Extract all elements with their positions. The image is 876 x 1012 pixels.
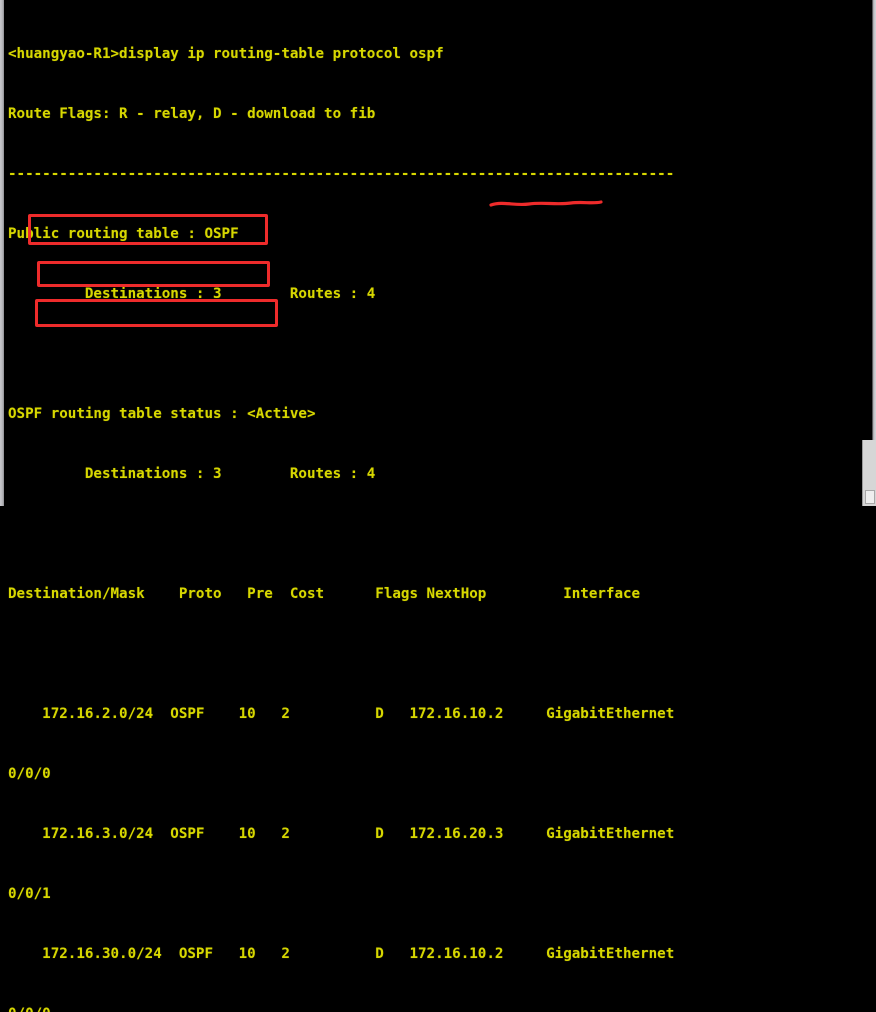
terminal-line-active-counts: Destinations : 3 Routes : 4 (8, 466, 376, 482)
terminal-line-command: <huangyao-R1>display ip routing-table pr… (8, 46, 444, 62)
table-row-wrap: 0/0/0 (8, 1004, 876, 1012)
scrollbar-vertical[interactable] (862, 440, 876, 506)
terminal-line-active-status: OSPF routing table status : <Active> (8, 406, 316, 422)
terminal-line-table-header: Destination/Mask Proto Pre Cost Flags Ne… (8, 586, 641, 602)
terminal-line-blank-2 (8, 524, 876, 544)
terminal-line-blank-1 (8, 344, 876, 364)
table-row-wrap: 0/0/1 (8, 886, 51, 902)
terminal-window: <huangyao-R1>display ip routing-table pr… (0, 0, 876, 1012)
terminal-output[interactable]: <huangyao-R1>display ip routing-table pr… (0, 0, 876, 1012)
terminal-line-separator: ----------------------------------------… (8, 166, 675, 182)
window-edge-left (0, 0, 4, 506)
terminal-line-public-table-title: Public routing table : OSPF (8, 226, 239, 242)
window-edge-right (872, 0, 876, 506)
table-row: 172.16.3.0/24 OSPF 10 2 D 172.16.20.3 Gi… (8, 826, 675, 842)
terminal-line-blank-3 (8, 644, 876, 664)
terminal-line-route-flags: Route Flags: R - relay, D - download to … (8, 106, 376, 122)
scrollbar-thumb[interactable] (865, 490, 875, 504)
table-row: 172.16.30.0/24 OSPF 10 2 D 172.16.10.2 G… (8, 946, 675, 962)
terminal-line-public-counts: Destinations : 3 Routes : 4 (8, 286, 376, 302)
table-row-wrap: 0/0/0 (8, 766, 51, 782)
table-row: 172.16.2.0/24 OSPF 10 2 D 172.16.10.2 Gi… (8, 706, 675, 722)
